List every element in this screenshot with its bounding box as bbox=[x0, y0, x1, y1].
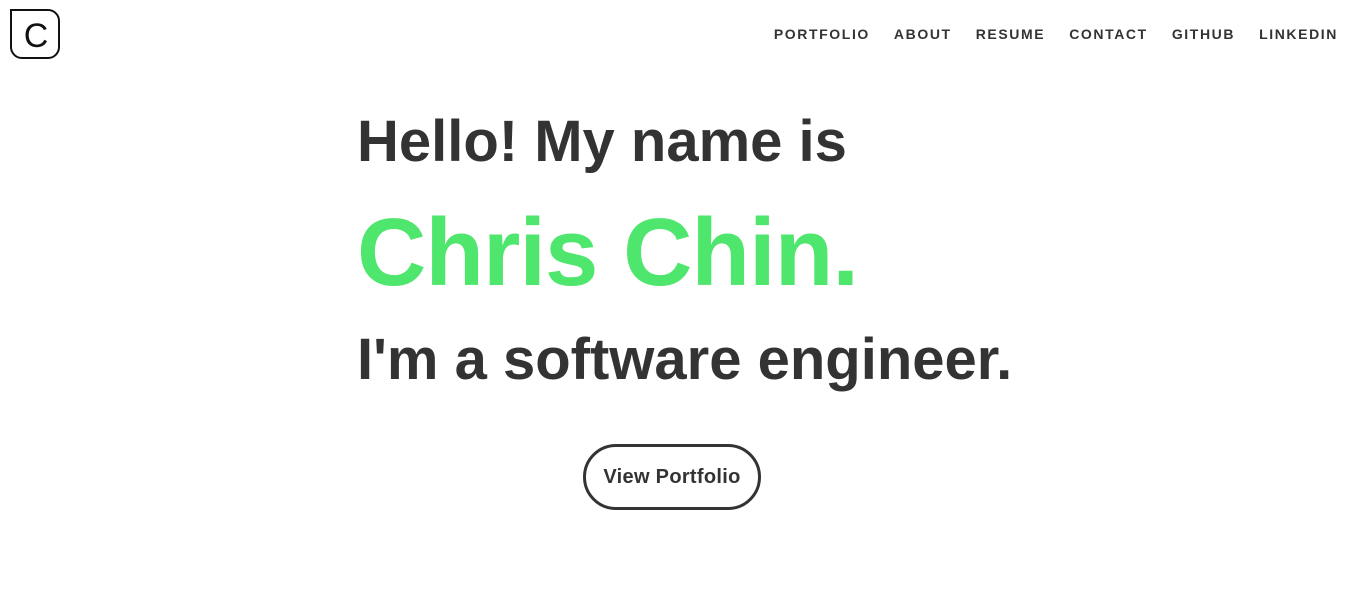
nav-item-github[interactable]: GITHUB bbox=[1172, 24, 1235, 44]
page: C PORTFOLIO ABOUT RESUME CONTACT GITHUB … bbox=[0, 0, 1349, 603]
hero-name: Chris Chin. bbox=[357, 199, 859, 306]
nav-item-contact[interactable]: CONTACT bbox=[1069, 24, 1148, 44]
logo-link[interactable]: C bbox=[10, 9, 60, 59]
nav-item-portfolio[interactable]: PORTFOLIO bbox=[774, 24, 870, 44]
nav-item-linkedin[interactable]: LINKEDIN bbox=[1259, 24, 1338, 44]
logo-letter: C bbox=[23, 16, 49, 55]
nav-item-resume[interactable]: RESUME bbox=[976, 24, 1046, 44]
hero-section: Hello! My name is Chris Chin. I'm a soft… bbox=[357, 104, 1057, 398]
nav-item-about[interactable]: ABOUT bbox=[894, 24, 952, 44]
main-nav: PORTFOLIO ABOUT RESUME CONTACT GITHUB LI… bbox=[774, 24, 1338, 44]
hero-role: I'm a software engineer. bbox=[357, 327, 1013, 392]
hero-greeting: Hello! My name is bbox=[357, 109, 847, 174]
view-portfolio-button[interactable]: View Portfolio bbox=[583, 444, 761, 510]
